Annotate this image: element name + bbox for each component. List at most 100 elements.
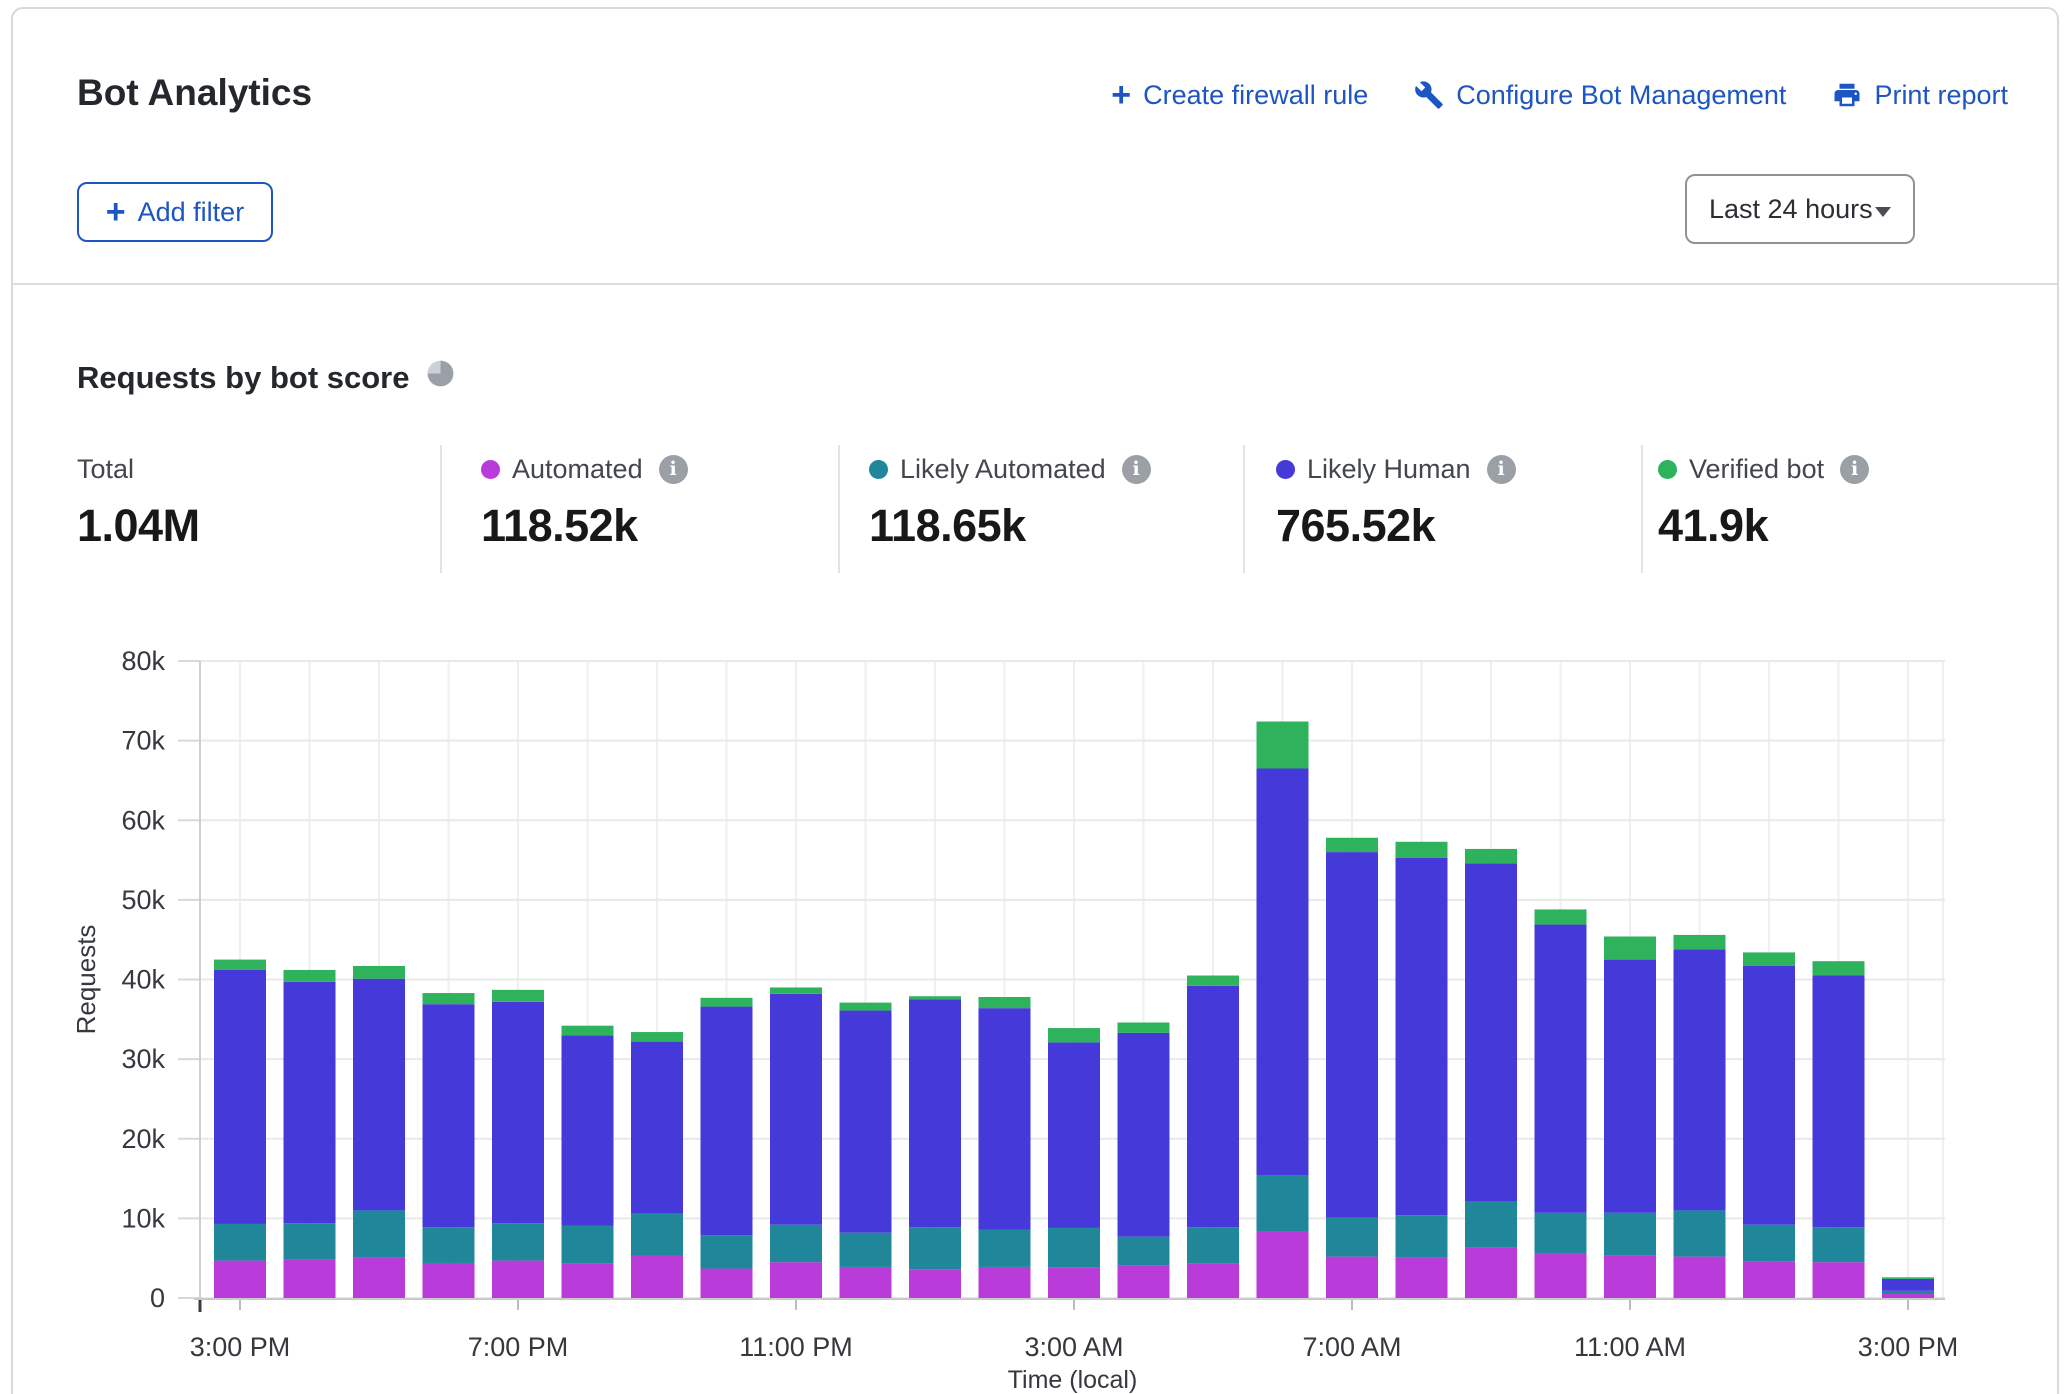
bar-segment-automated[interactable] xyxy=(1465,1248,1517,1298)
bar-segment-likely-automated[interactable] xyxy=(1882,1291,1934,1294)
bar-segment-likely-human[interactable] xyxy=(214,970,266,1224)
bar-segment-verified-bot[interactable] xyxy=(214,960,266,970)
bar-segment-automated[interactable] xyxy=(214,1261,266,1298)
bar-segment-verified-bot[interactable] xyxy=(909,996,961,999)
bar-segment-verified-bot[interactable] xyxy=(284,970,336,982)
bar-segment-verified-bot[interactable] xyxy=(840,1003,892,1011)
bar-segment-verified-bot[interactable] xyxy=(1326,838,1378,852)
bar-segment-likely-automated[interactable] xyxy=(840,1233,892,1267)
bar-segment-likely-human[interactable] xyxy=(423,1004,475,1227)
bar-segment-likely-human[interactable] xyxy=(631,1042,683,1214)
bar-segment-automated[interactable] xyxy=(492,1261,544,1298)
bar-segment-likely-human[interactable] xyxy=(979,1008,1031,1229)
bar-segment-verified-bot[interactable] xyxy=(1674,935,1726,949)
bar-segment-likely-human[interactable] xyxy=(1048,1042,1100,1228)
bar-segment-automated[interactable] xyxy=(1535,1253,1587,1298)
bar-segment-likely-human[interactable] xyxy=(284,982,336,1223)
bar-segment-likely-automated[interactable] xyxy=(284,1223,336,1260)
bar-segment-likely-automated[interactable] xyxy=(423,1227,475,1263)
bar-segment-likely-human[interactable] xyxy=(562,1035,614,1225)
bar-segment-automated[interactable] xyxy=(1813,1262,1865,1298)
bar-segment-verified-bot[interactable] xyxy=(423,993,475,1004)
bar-segment-likely-automated[interactable] xyxy=(353,1210,405,1257)
bar-segment-verified-bot[interactable] xyxy=(1604,937,1656,960)
bar-segment-likely-automated[interactable] xyxy=(1187,1227,1239,1264)
bar-segment-likely-automated[interactable] xyxy=(1535,1213,1587,1254)
bar-segment-automated[interactable] xyxy=(631,1255,683,1298)
bar-segment-likely-automated[interactable] xyxy=(562,1226,614,1264)
bar-segment-verified-bot[interactable] xyxy=(770,987,822,993)
bar-segment-likely-human[interactable] xyxy=(770,994,822,1225)
bar-segment-automated[interactable] xyxy=(284,1260,336,1298)
bar-segment-likely-automated[interactable] xyxy=(631,1214,683,1255)
bar-segment-automated[interactable] xyxy=(562,1264,614,1298)
bar-segment-likely-automated[interactable] xyxy=(701,1235,753,1268)
bar-segment-likely-automated[interactable] xyxy=(1257,1175,1309,1232)
bar-segment-likely-human[interactable] xyxy=(701,1007,753,1236)
bar-segment-verified-bot[interactable] xyxy=(1048,1028,1100,1042)
bar-segment-likely-automated[interactable] xyxy=(214,1224,266,1261)
bar-segment-likely-automated[interactable] xyxy=(1743,1225,1795,1262)
bar-segment-likely-human[interactable] xyxy=(1535,925,1587,1213)
bar-segment-automated[interactable] xyxy=(1604,1256,1656,1298)
bar-segment-verified-bot[interactable] xyxy=(492,990,544,1002)
bar-segment-likely-automated[interactable] xyxy=(1674,1210,1726,1256)
bar-segment-verified-bot[interactable] xyxy=(1882,1277,1934,1279)
bar-segment-automated[interactable] xyxy=(423,1263,475,1298)
bar-segment-likely-human[interactable] xyxy=(1882,1279,1934,1291)
bar-segment-automated[interactable] xyxy=(1257,1232,1309,1298)
bar-segment-automated[interactable] xyxy=(1674,1257,1726,1298)
bar-segment-verified-bot[interactable] xyxy=(562,1026,614,1036)
bar-segment-automated[interactable] xyxy=(770,1262,822,1298)
bar-segment-verified-bot[interactable] xyxy=(1535,909,1587,924)
bar-segment-likely-human[interactable] xyxy=(1118,1033,1170,1237)
bar-segment-likely-automated[interactable] xyxy=(1396,1215,1448,1257)
bar-segment-verified-bot[interactable] xyxy=(979,997,1031,1008)
bar-segment-likely-automated[interactable] xyxy=(1326,1218,1378,1257)
bar-segment-automated[interactable] xyxy=(909,1269,961,1298)
bar-segment-likely-human[interactable] xyxy=(1743,966,1795,1225)
bar-segment-likely-human[interactable] xyxy=(1674,949,1726,1210)
bar-segment-verified-bot[interactable] xyxy=(701,998,753,1007)
bar-segment-automated[interactable] xyxy=(701,1269,753,1298)
bar-segment-verified-bot[interactable] xyxy=(1465,849,1517,863)
bar-segment-automated[interactable] xyxy=(840,1267,892,1298)
bar-segment-likely-automated[interactable] xyxy=(1118,1237,1170,1266)
bar-segment-likely-human[interactable] xyxy=(1396,858,1448,1216)
bar-segment-automated[interactable] xyxy=(1396,1257,1448,1298)
bar-segment-likely-human[interactable] xyxy=(909,999,961,1227)
bar-segment-likely-human[interactable] xyxy=(1813,976,1865,1228)
bar-segment-verified-bot[interactable] xyxy=(1257,722,1309,769)
bar-segment-likely-automated[interactable] xyxy=(1604,1213,1656,1256)
bar-segment-likely-automated[interactable] xyxy=(770,1225,822,1262)
bar-segment-likely-automated[interactable] xyxy=(909,1227,961,1269)
bar-segment-verified-bot[interactable] xyxy=(1118,1022,1170,1032)
bar-segment-verified-bot[interactable] xyxy=(1396,842,1448,858)
bar-segment-automated[interactable] xyxy=(979,1267,1031,1298)
bar-segment-verified-bot[interactable] xyxy=(631,1032,683,1042)
bar-segment-likely-automated[interactable] xyxy=(979,1230,1031,1267)
bar-segment-automated[interactable] xyxy=(1048,1268,1100,1298)
bar-segment-automated[interactable] xyxy=(353,1257,405,1298)
bar-segment-likely-human[interactable] xyxy=(1604,960,1656,1213)
bar-segment-likely-automated[interactable] xyxy=(1813,1227,1865,1262)
bar-segment-automated[interactable] xyxy=(1118,1265,1170,1298)
bar-segment-automated[interactable] xyxy=(1882,1294,1934,1298)
bar-segment-verified-bot[interactable] xyxy=(353,966,405,979)
bar-segment-likely-human[interactable] xyxy=(1257,768,1309,1175)
bar-segment-automated[interactable] xyxy=(1326,1257,1378,1298)
bar-segment-likely-human[interactable] xyxy=(1465,863,1517,1201)
bar-segment-likely-automated[interactable] xyxy=(1048,1228,1100,1268)
bar-segment-likely-human[interactable] xyxy=(1326,852,1378,1217)
bar-segment-likely-automated[interactable] xyxy=(492,1223,544,1260)
bar-segment-verified-bot[interactable] xyxy=(1743,952,1795,966)
bar-segment-likely-human[interactable] xyxy=(1187,986,1239,1227)
bar-segment-automated[interactable] xyxy=(1743,1261,1795,1298)
bar-segment-likely-human[interactable] xyxy=(840,1011,892,1233)
bar-segment-automated[interactable] xyxy=(1187,1264,1239,1298)
bar-segment-likely-human[interactable] xyxy=(492,1002,544,1223)
bar-segment-likely-automated[interactable] xyxy=(1465,1202,1517,1248)
bar-segment-verified-bot[interactable] xyxy=(1813,961,1865,975)
bar-segment-verified-bot[interactable] xyxy=(1187,976,1239,986)
bar-segment-likely-human[interactable] xyxy=(353,979,405,1211)
